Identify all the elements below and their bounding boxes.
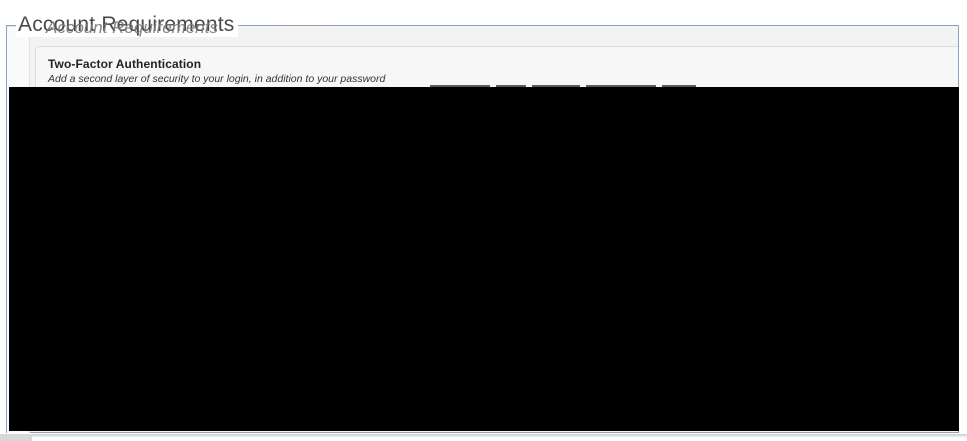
screen: Account Requirements Account Requirement… [0,0,967,441]
bottom-shadow [12,434,967,438]
corner-mark [0,434,32,441]
title-underline-tail [282,25,324,27]
page-title-overlay: Account Requirements [46,18,218,37]
redacted-content [9,87,959,431]
two-factor-title: Two-Factor Authentication [48,57,202,71]
